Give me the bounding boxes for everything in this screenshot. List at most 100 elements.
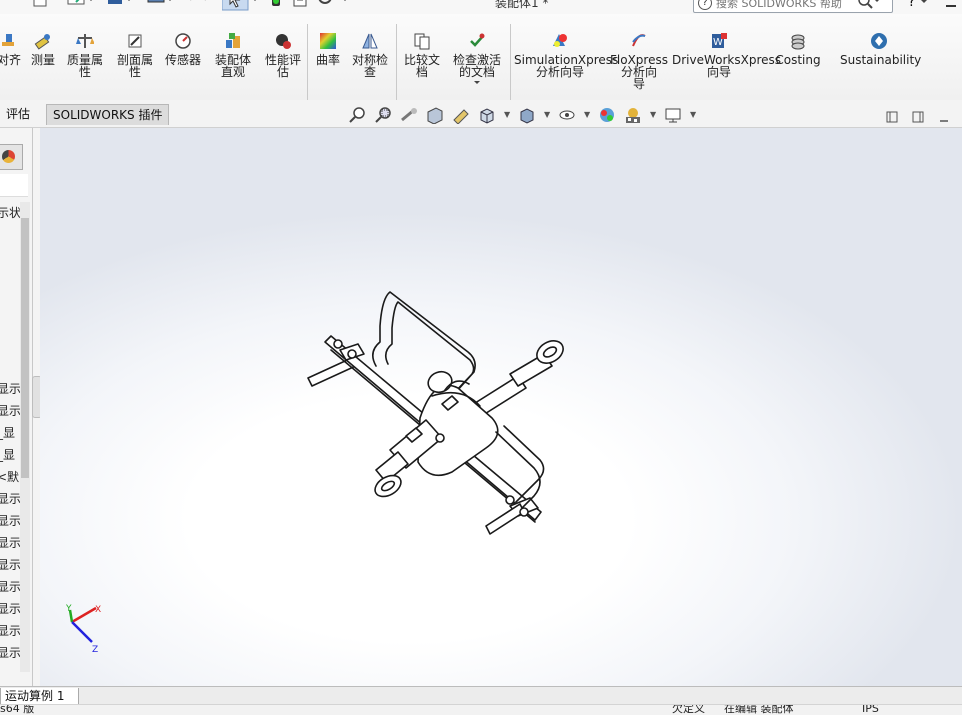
edit-appearance-icon[interactable] <box>598 106 616 124</box>
tree-filter[interactable] <box>0 174 28 197</box>
apply-scene-dropdown-icon[interactable]: ▼ <box>650 110 656 119</box>
help-search-input[interactable] <box>714 0 858 12</box>
save-icon[interactable] <box>106 0 136 12</box>
curvature-button[interactable]: 曲率 <box>311 32 345 66</box>
sustainability-button[interactable]: Sustainability <box>840 32 921 66</box>
command-tab-row: 评估 SOLIDWORKS 插件 ▼ ▼ ▼ ▼ ▼ <box>0 100 962 128</box>
undo-icon[interactable] <box>186 0 212 12</box>
mass-properties-button[interactable]: 质量属 性 <box>62 32 108 78</box>
tree-item[interactable]: <默 <box>0 468 19 485</box>
ribbon-separator <box>307 24 308 102</box>
floxpress-button[interactable]: FloXpress 分析向 导 <box>610 32 668 90</box>
zoom-to-fit-icon[interactable] <box>348 106 366 124</box>
check-active-document-button[interactable]: 检查激活 的文档 <box>448 32 506 86</box>
open-document-icon[interactable] <box>66 0 94 12</box>
triad-z-label: Z <box>92 645 98 655</box>
tab-evaluate[interactable]: 评估 <box>0 104 36 124</box>
new-document-icon[interactable] <box>30 0 50 12</box>
tree-item[interactable]: 显示 <box>0 534 21 551</box>
view-settings-icon[interactable] <box>664 106 682 124</box>
assembly-visualization-icon <box>226 33 240 48</box>
costing-icon <box>791 34 805 50</box>
display-style-dropdown-icon[interactable]: ▼ <box>544 110 550 119</box>
status-bar: s64 版 欠定义 在编辑 装配体 IPS <box>0 704 962 715</box>
assembly-model[interactable]: X Y Z <box>40 128 962 686</box>
simulationxpress-icon <box>553 34 567 47</box>
scrollbar-thumb[interactable] <box>21 218 29 478</box>
apply-scene-icon[interactable] <box>624 106 642 124</box>
zoom-to-area-icon[interactable] <box>374 106 392 124</box>
measure-button[interactable]: 测量 <box>28 32 58 66</box>
command-manager-ribbon: 对齐 测量 质量属 性 剖面属 性 传感器 装配体 直观 性能评 估 曲率 对称… <box>0 14 962 102</box>
ribbon-separator <box>396 24 397 102</box>
reference-triad: X Y Z <box>65 604 101 655</box>
status-version: s64 版 <box>0 704 35 715</box>
check-dropdown-icon[interactable] <box>473 80 481 86</box>
status-units[interactable]: IPS <box>862 705 879 715</box>
status-editing: 在编辑 装配体 <box>724 704 794 715</box>
tile-pane-icon[interactable] <box>912 111 924 123</box>
driveworksxpress-button[interactable]: W DriveWorksXpress 向导 <box>672 32 781 78</box>
display-style-icon[interactable] <box>518 106 536 124</box>
performance-evaluation-icon <box>276 34 291 49</box>
view-orientation-dropdown-icon[interactable]: ▼ <box>504 110 510 119</box>
options-gear-icon[interactable] <box>316 0 352 12</box>
help-button[interactable]: ? <box>908 0 915 10</box>
panel-scrollbar[interactable] <box>20 202 30 672</box>
title-bar: 装配体1 * ? ? <box>0 0 962 14</box>
tree-item[interactable]: 示状 <box>0 204 21 221</box>
print-icon[interactable] <box>146 0 176 12</box>
minimize-icon[interactable] <box>944 0 958 10</box>
performance-evaluation-button[interactable]: 性能评 估 <box>260 32 306 78</box>
tree-item[interactable]: 显示 <box>0 556 21 573</box>
hide-show-items-icon[interactable] <box>558 106 576 124</box>
curvature-icon <box>320 33 336 49</box>
sensor-icon <box>175 33 191 49</box>
mass-properties-icon <box>76 34 94 48</box>
search-icon[interactable] <box>856 0 880 10</box>
tree-item[interactable]: 显示 <box>0 402 21 419</box>
select-arrow-icon[interactable] <box>222 0 262 12</box>
help-question-icon: ? <box>698 0 712 10</box>
view-settings-dropdown-icon[interactable]: ▼ <box>690 110 696 119</box>
previous-view-icon[interactable] <box>400 106 418 124</box>
traffic-light-icon[interactable] <box>270 0 282 12</box>
align-button[interactable]: 对齐 <box>0 32 24 66</box>
tab-solidworks-addins[interactable]: SOLIDWORKS 插件 <box>46 104 170 125</box>
tree-item[interactable]: 显示 <box>0 512 21 529</box>
driveworksxpress-icon: W <box>712 33 727 48</box>
symmetry-check-icon <box>362 33 378 49</box>
simulationxpress-button[interactable]: SimulationXpress 分析向导 <box>514 32 618 78</box>
tree-item[interactable]: 显示 <box>0 644 21 661</box>
help-dropdown-icon[interactable] <box>920 0 930 8</box>
restore-pane-icon[interactable] <box>886 111 898 123</box>
view-orientation-icon[interactable] <box>478 106 496 124</box>
dynamic-annotation-icon[interactable] <box>452 106 470 124</box>
tree-item[interactable]: _显 <box>0 424 15 441</box>
compare-documents-icon <box>414 33 430 50</box>
section-view-icon[interactable] <box>426 106 444 124</box>
file-properties-icon[interactable] <box>292 0 308 12</box>
symmetry-check-button[interactable]: 对称检 查 <box>348 32 392 78</box>
minimize-pane-icon[interactable] <box>938 111 950 123</box>
tree-item[interactable]: _显 <box>0 446 15 463</box>
triad-y-label: Y <box>65 604 72 614</box>
section-properties-button[interactable]: 剖面属 性 <box>112 32 158 78</box>
tab-motion-study[interactable]: 运动算例 1 <box>0 688 80 705</box>
tree-item[interactable]: 显示 <box>0 380 21 397</box>
sensor-button[interactable]: 传感器 <box>162 32 204 66</box>
help-search-box[interactable]: ? <box>693 0 893 13</box>
costing-button[interactable]: Costing <box>772 32 824 66</box>
tree-item[interactable]: 显示 <box>0 600 21 617</box>
triad-x-axis <box>71 606 97 624</box>
tree-item[interactable]: 显示 <box>0 490 21 507</box>
tree-item[interactable]: 显示 <box>0 578 21 595</box>
graphics-viewport[interactable]: X Y Z <box>40 128 962 686</box>
assembly-visualization-button[interactable]: 装配体 直观 <box>210 32 256 78</box>
section-properties-icon <box>128 34 142 48</box>
display-manager-tab[interactable] <box>0 144 23 170</box>
hide-show-dropdown-icon[interactable]: ▼ <box>584 110 590 119</box>
tree-item[interactable]: 显示 <box>0 622 21 639</box>
document-title: 装配体1 * <box>495 0 549 10</box>
compare-documents-button[interactable]: 比较文 档 <box>400 32 444 78</box>
